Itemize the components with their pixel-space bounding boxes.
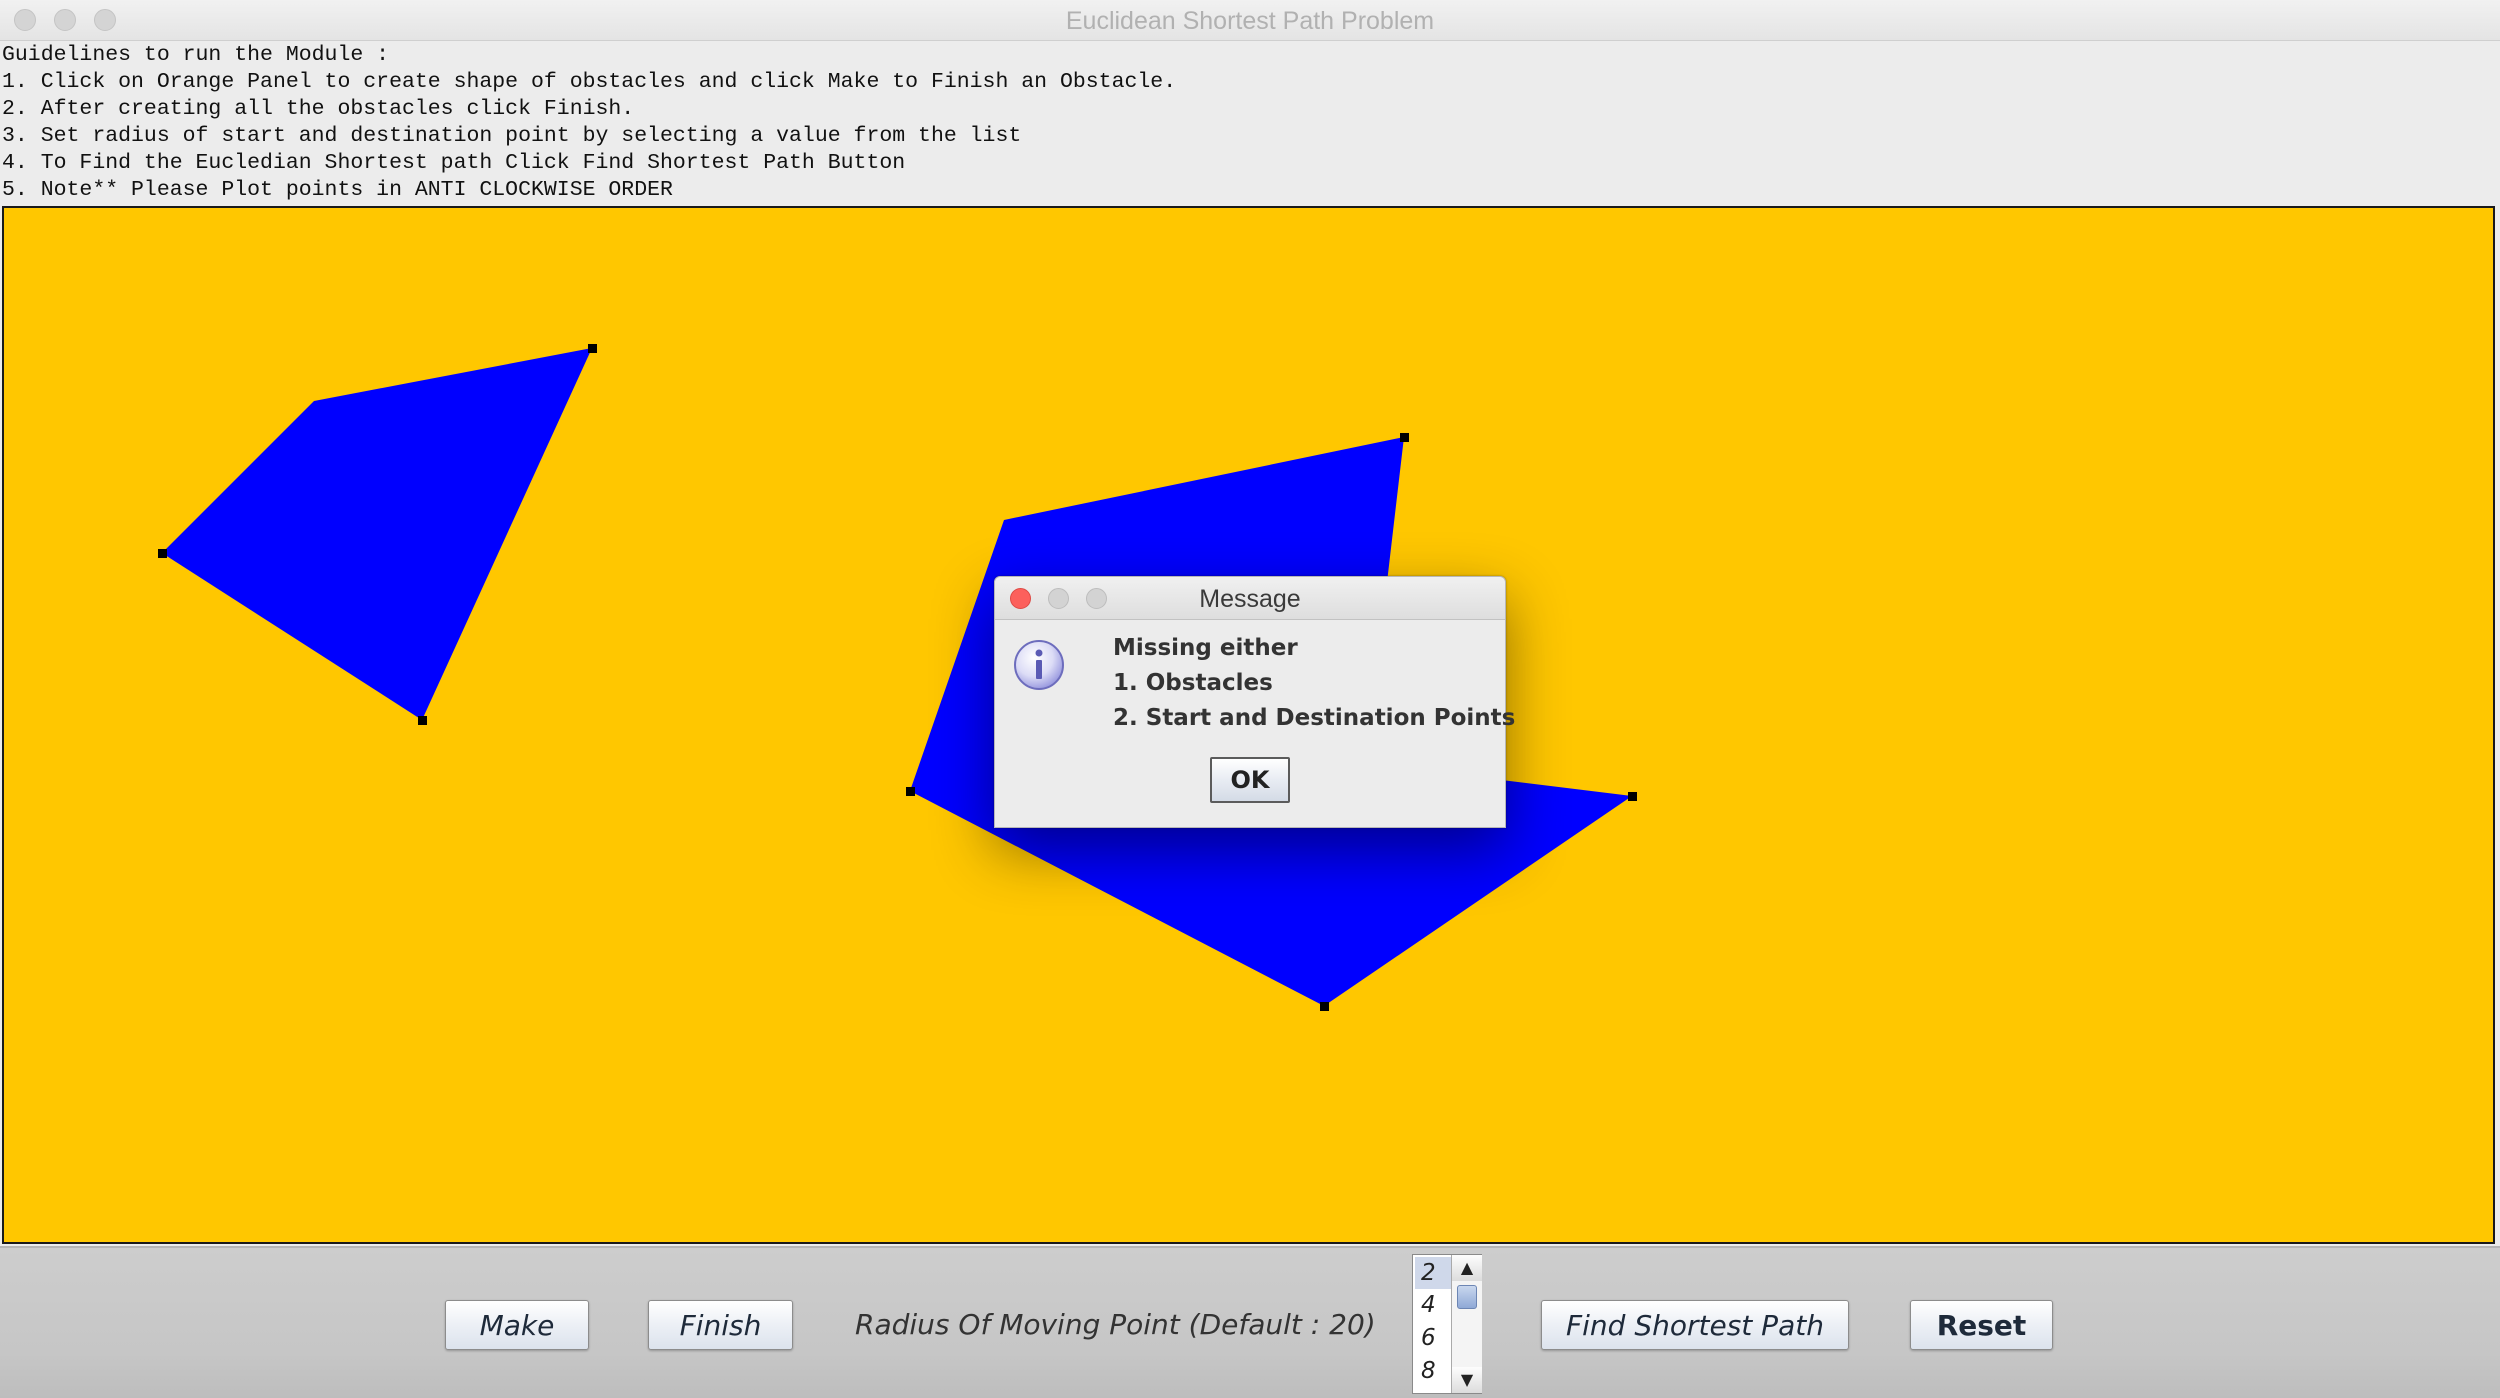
obstacle-vertex: [1400, 433, 1409, 442]
guideline-line: 5. Note** Please Plot points in ANTI CLO…: [2, 178, 673, 202]
ok-button[interactable]: OK: [1210, 757, 1290, 803]
guideline-line: 1. Click on Orange Panel to create shape…: [2, 70, 1177, 94]
guideline-line: 4. To Find the Eucledian Shortest path C…: [2, 151, 906, 175]
find-shortest-path-button[interactable]: Find Shortest Path: [1541, 1300, 1849, 1350]
dialog-message-line: 1. Obstacles: [1113, 670, 1273, 696]
title-bar: Euclidean Shortest Path Problem: [0, 0, 2500, 41]
guidelines-panel: Guidelines to run the Module : 1. Click …: [0, 42, 2500, 206]
radius-list-scrollbar[interactable]: ▲ ▼: [1451, 1255, 1482, 1393]
app-window: Euclidean Shortest Path Problem Guidelin…: [0, 0, 2500, 1398]
obstacle-vertex: [588, 344, 597, 353]
finish-button[interactable]: Finish: [648, 1300, 793, 1350]
obstacle-vertex: [1628, 792, 1637, 801]
obstacle-vertex: [158, 549, 167, 558]
guideline-line: 3. Set radius of start and destination p…: [2, 124, 1022, 148]
guideline-line: 2. After creating all the obstacles clic…: [2, 97, 635, 121]
radius-option[interactable]: 2: [1415, 1257, 1451, 1289]
scroll-down-arrow-icon[interactable]: ▼: [1452, 1367, 1482, 1393]
dialog-message-line: 2. Start and Destination Points: [1113, 705, 1516, 731]
dialog-title: Message: [1199, 585, 1301, 613]
obstacle-polygon: [162, 348, 592, 720]
dialog-title-bar: Message: [995, 577, 1505, 620]
scroll-up-arrow-icon[interactable]: ▲: [1452, 1255, 1482, 1281]
guideline-heading: Guidelines to run the Module :: [2, 43, 390, 67]
message-dialog: Message Missing either 1. Obstacles 2. S…: [994, 576, 1515, 828]
scroll-thumb[interactable]: [1457, 1285, 1477, 1309]
make-button[interactable]: Make: [445, 1300, 589, 1350]
window-title: Euclidean Shortest Path Problem: [1065, 7, 1435, 35]
obstacle-vertex: [1320, 1002, 1329, 1011]
radius-list[interactable]: 2 4 6 8 ▲ ▼: [1412, 1254, 1482, 1394]
radius-option[interactable]: 8: [1415, 1355, 1451, 1387]
radius-option[interactable]: 4: [1415, 1289, 1451, 1321]
dialog-message-line: Missing either: [1113, 635, 1298, 661]
radius-option[interactable]: 6: [1415, 1322, 1451, 1354]
obstacle-vertex: [418, 716, 427, 725]
reset-button[interactable]: Reset: [1910, 1300, 2053, 1350]
radius-label: Radius Of Moving Point (Default : 20): [855, 1308, 1376, 1341]
info-icon: [1014, 640, 1064, 690]
obstacle-vertex: [906, 787, 915, 796]
